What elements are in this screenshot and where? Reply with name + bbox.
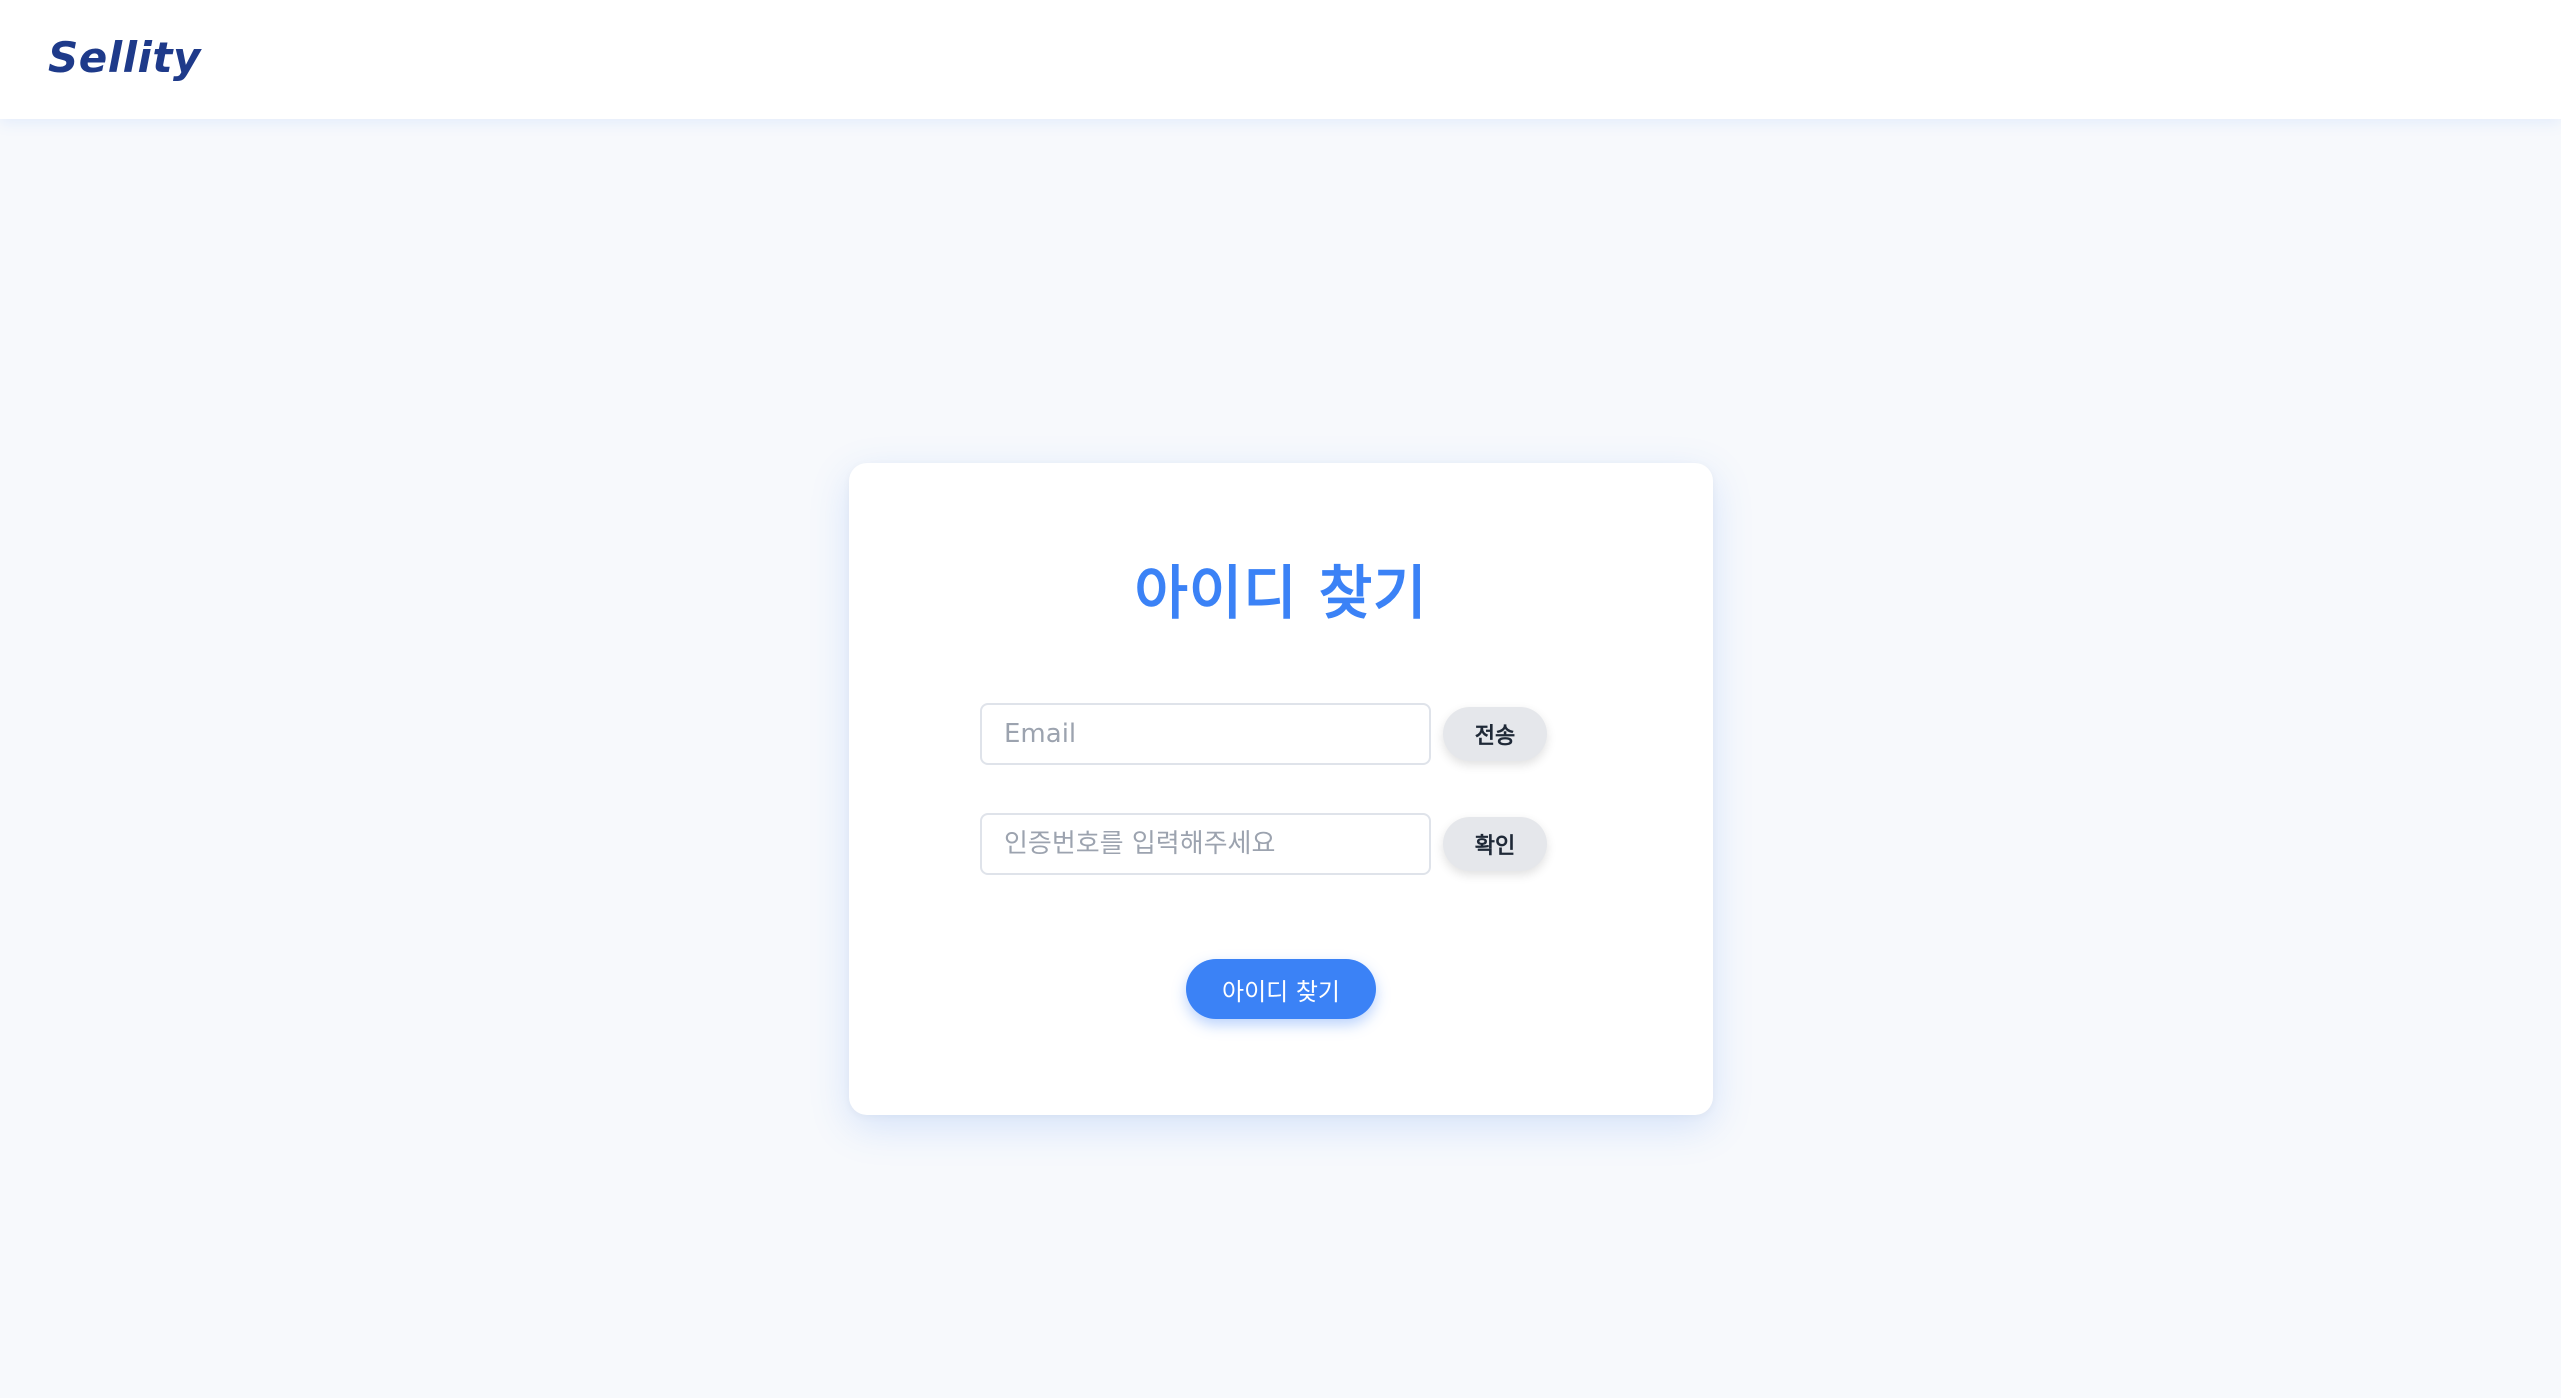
send-code-button[interactable]: 전송 <box>1443 707 1547 761</box>
verification-code-field[interactable] <box>980 813 1431 875</box>
page-title: 아이디 찾기 <box>1134 559 1428 627</box>
sellity-logo[interactable]: Sellity <box>48 30 201 86</box>
find-id-card: 아이디 찾기 전송 확인 아이디 찾기 <box>849 463 1713 1115</box>
find-id-button[interactable]: 아이디 찾기 <box>1186 959 1376 1019</box>
confirm-code-button[interactable]: 확인 <box>1443 817 1547 871</box>
email-field[interactable] <box>980 703 1431 765</box>
top-navbar: Sellity <box>0 0 2561 119</box>
